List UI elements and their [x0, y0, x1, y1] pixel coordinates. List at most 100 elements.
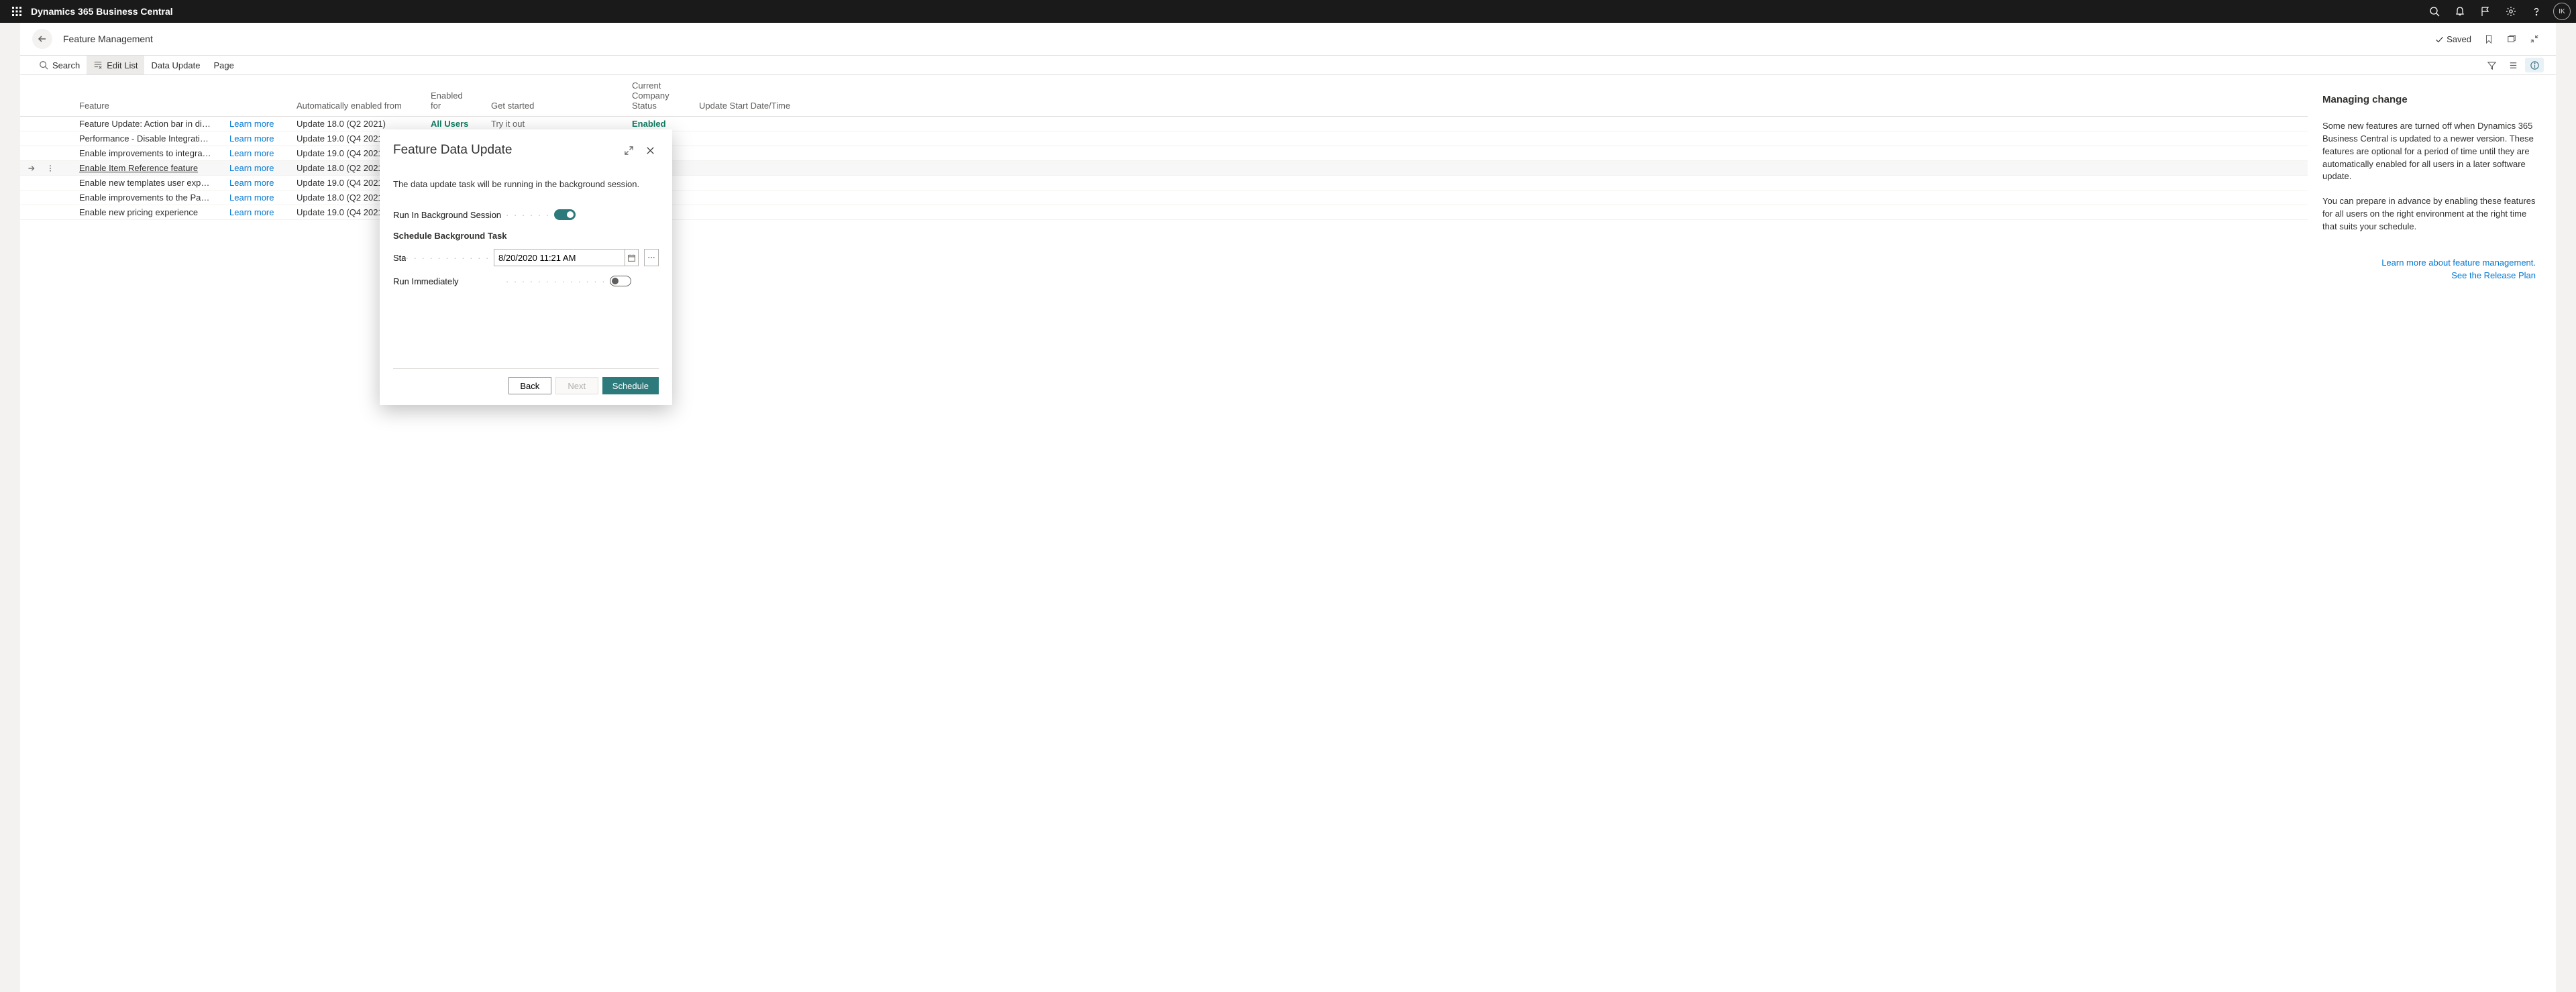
- edit-list-label: Edit List: [107, 60, 138, 70]
- expand-icon[interactable]: [620, 142, 637, 159]
- update-date-cell: [691, 176, 2308, 190]
- page-action[interactable]: Page: [207, 56, 240, 74]
- close-icon[interactable]: [641, 142, 659, 159]
- update-date-cell: [691, 190, 2308, 205]
- search-action-label: Search: [52, 60, 80, 70]
- saved-label: Saved: [2447, 34, 2471, 44]
- learn-more-link[interactable]: Learn more: [229, 192, 274, 203]
- learn-more-link[interactable]: Learn more: [229, 119, 274, 129]
- feature-name-cell[interactable]: Enable improvements to the Payment R…: [60, 190, 221, 205]
- col-auto[interactable]: Automatically enabled from: [288, 75, 423, 117]
- info-paragraph-1: Some new features are turned off when Dy…: [2322, 120, 2536, 183]
- page-title: Feature Management: [63, 34, 153, 44]
- schedule-button[interactable]: Schedule: [602, 377, 659, 394]
- update-date-cell: [691, 131, 2308, 146]
- run-immediately-toggle[interactable]: [610, 276, 631, 286]
- row-arrow-icon: [27, 164, 36, 172]
- table-row[interactable]: Feature Update: Action bar in dialogs Lea…: [20, 117, 2308, 131]
- calendar-icon[interactable]: [625, 249, 639, 266]
- info-links: Learn more about feature management. See…: [2322, 258, 2536, 280]
- app-title: Dynamics 365 Business Central: [31, 6, 173, 17]
- learn-more-link[interactable]: Learn more: [229, 148, 274, 158]
- update-date-cell: [691, 146, 2308, 161]
- table-row[interactable]: Enable new templates user experience Lear…: [20, 176, 2308, 190]
- dialog-description: The data update task will be running in …: [393, 179, 659, 189]
- edit-list-icon: [93, 60, 103, 70]
- learn-more-link[interactable]: Learn more: [229, 133, 274, 144]
- col-get-started[interactable]: Get started: [483, 75, 624, 117]
- flag-icon[interactable]: [2474, 0, 2497, 23]
- open-window-icon[interactable]: [2502, 30, 2521, 48]
- info-paragraph-2: You can prepare in advance by enabling t…: [2322, 195, 2536, 233]
- feature-name-cell[interactable]: Enable new templates user experience: [60, 176, 221, 190]
- feature-name-cell[interactable]: Performance - Disable Integration Man…: [60, 131, 221, 146]
- feature-name-cell[interactable]: Enable Item Reference feature: [60, 161, 221, 176]
- global-header: Dynamics 365 Business Central IK: [0, 0, 2576, 23]
- filter-icon[interactable]: [2482, 60, 2501, 70]
- search-icon: [39, 60, 48, 70]
- feature-name-cell[interactable]: Enable improvements to integrated em…: [60, 146, 221, 161]
- run-background-row: Run In Background Session · · · · · ·: [393, 209, 659, 220]
- back-button[interactable]: [32, 29, 52, 49]
- next-button[interactable]: Next: [555, 377, 598, 394]
- data-update-label: Data Update: [151, 60, 200, 70]
- run-background-toggle[interactable]: [554, 209, 576, 220]
- user-avatar[interactable]: IK: [2553, 3, 2571, 20]
- update-date-cell: [691, 205, 2308, 220]
- start-datetime-row: Start Date/Time · · · · · · · · · · ·: [393, 249, 659, 266]
- more-options-button[interactable]: [644, 249, 659, 266]
- dialog-body: The data update task will be running in …: [380, 164, 672, 368]
- page-header: Feature Management Saved: [20, 23, 2556, 55]
- collapse-icon[interactable]: [2525, 30, 2544, 48]
- learn-more-feature-mgmt-link[interactable]: Learn more about feature management.: [2381, 258, 2536, 268]
- page-header-actions: Saved: [2431, 30, 2544, 48]
- settings-icon[interactable]: [2500, 0, 2522, 23]
- release-plan-link[interactable]: See the Release Plan: [2451, 270, 2536, 280]
- bookmark-icon[interactable]: [2479, 30, 2498, 48]
- list-layout-icon[interactable]: [2504, 60, 2522, 70]
- dialog-footer: Back Next Schedule: [380, 369, 672, 405]
- action-bar: Search Edit List Data Update Page: [20, 55, 2556, 75]
- back-button[interactable]: Back: [508, 377, 551, 394]
- list-pane: Feature Automatically enabled from Enabl…: [20, 75, 2308, 992]
- table-row[interactable]: Enable improvements to integrated em… Lea…: [20, 146, 2308, 161]
- app-launcher-icon[interactable]: [5, 0, 28, 23]
- run-immediately-label: Run Immediately: [393, 276, 506, 286]
- notifications-icon[interactable]: [2449, 0, 2471, 23]
- info-title: Managing change: [2322, 94, 2536, 105]
- col-status[interactable]: Current Company Status: [624, 75, 691, 117]
- run-immediately-row: Run Immediately · · · · · · · · · · · · …: [393, 276, 659, 286]
- edit-list-action[interactable]: Edit List: [87, 56, 144, 74]
- table-row[interactable]: Enable Item Reference featureLearn moreU…: [20, 161, 2308, 176]
- col-enabled-for[interactable]: Enabled for: [423, 75, 483, 117]
- table-row[interactable]: Enable improvements to the Payment R… Lea…: [20, 190, 2308, 205]
- run-background-label: Run In Background Session: [393, 210, 506, 220]
- dialog-header: Feature Data Update: [380, 129, 672, 164]
- col-update-date[interactable]: Update Start Date/Time: [691, 75, 2308, 117]
- feature-name-cell[interactable]: Feature Update: Action bar in dialogs: [60, 117, 221, 131]
- table-row[interactable]: Performance - Disable Integration Man… Le…: [20, 131, 2308, 146]
- schedule-section-header: Schedule Background Task: [393, 231, 659, 241]
- learn-more-link[interactable]: Learn more: [229, 163, 274, 173]
- data-update-action[interactable]: Data Update: [144, 56, 207, 74]
- table-row[interactable]: Enable new pricing experienceLearn moreU…: [20, 205, 2308, 220]
- col-feature[interactable]: Feature: [60, 75, 221, 117]
- update-date-cell: [691, 161, 2308, 176]
- action-bar-left: Search Edit List Data Update Page: [32, 56, 241, 74]
- info-pane-icon[interactable]: [2525, 58, 2544, 72]
- dialog-title: Feature Data Update: [393, 143, 512, 158]
- search-icon[interactable]: [2423, 0, 2446, 23]
- page-action-label: Page: [213, 60, 233, 70]
- learn-more-link[interactable]: Learn more: [229, 178, 274, 188]
- feature-name-cell[interactable]: Enable new pricing experience: [60, 205, 221, 220]
- action-bar-right: [2482, 56, 2544, 74]
- saved-indicator: Saved: [2431, 34, 2475, 44]
- info-pane: Managing change Some new features are tu…: [2308, 75, 2556, 992]
- search-action[interactable]: Search: [32, 56, 87, 74]
- start-datetime-input[interactable]: [494, 249, 625, 266]
- row-more-icon[interactable]: [44, 162, 56, 174]
- learn-more-link[interactable]: Learn more: [229, 207, 274, 217]
- help-icon[interactable]: [2525, 0, 2548, 23]
- get-started-link[interactable]: Try it out: [491, 119, 525, 129]
- update-date-cell: [691, 117, 2308, 131]
